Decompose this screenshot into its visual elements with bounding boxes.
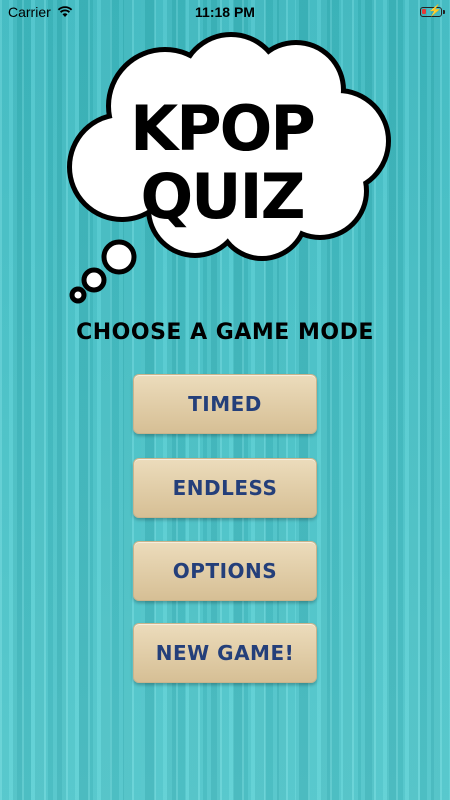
logo-title-line2: QUIZ [140,160,305,233]
endless-button[interactable]: ENDLESS [133,458,317,518]
carrier-label: Carrier [8,4,51,20]
timed-button[interactable]: TIMED [133,374,317,434]
battery-icon: ⚡ [420,5,445,17]
new-game-button[interactable]: NEW GAME! [133,623,317,683]
logo-title-line1: KPOP [130,92,316,165]
status-bar: Carrier 11:18 PM ⚡ [0,0,450,24]
choose-mode-heading: CHOOSE A GAME MODE [76,320,374,345]
wifi-icon [57,6,73,17]
options-button[interactable]: OPTIONS [133,541,317,601]
